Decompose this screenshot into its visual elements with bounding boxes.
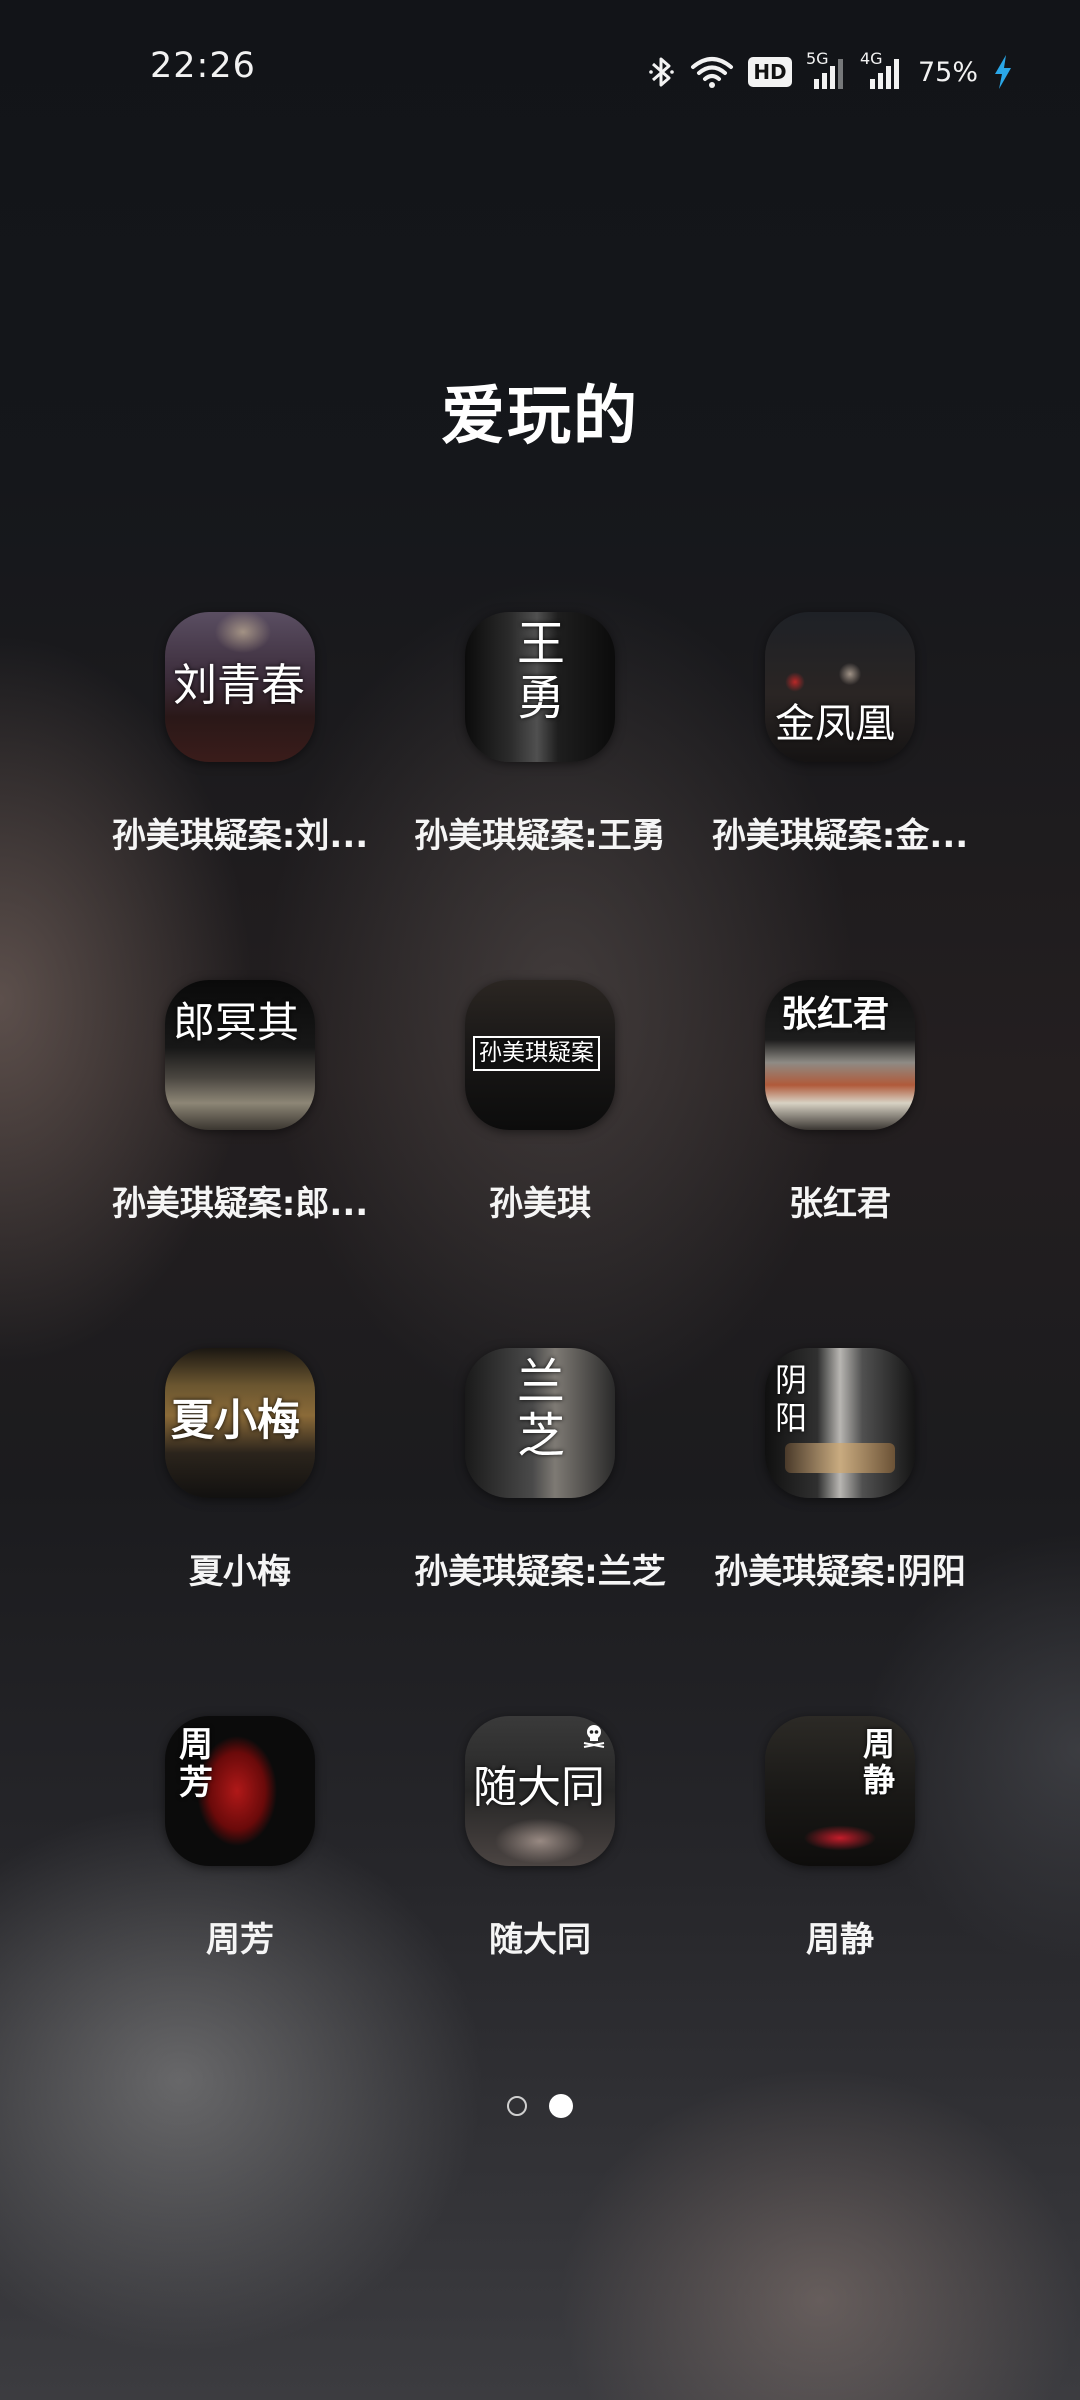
app-lanzhi[interactable]: 兰 芝 孙美琪疑案:兰芝 bbox=[390, 1348, 690, 1716]
icon-title-text: 刘青春 bbox=[173, 660, 305, 711]
icon-title-text: 兰 bbox=[517, 1354, 566, 1410]
app-label: 随大同 bbox=[489, 1920, 591, 1960]
folder-title[interactable]: 爱玩的 bbox=[0, 365, 1080, 457]
bluetooth-icon bbox=[649, 57, 674, 87]
sun-meiqi-app-icon[interactable]: 孙美琪疑案 bbox=[465, 980, 615, 1130]
zhou-fang-app-icon[interactable]: 周 芳 bbox=[165, 1716, 315, 1866]
icon-title-text: 王 bbox=[517, 616, 566, 672]
page-dot-1[interactable] bbox=[507, 2096, 527, 2116]
icon-title-text: 勇 bbox=[517, 670, 566, 726]
status-time: 22:26 bbox=[150, 46, 256, 86]
sui-datong-app-icon[interactable]: 随大同 bbox=[465, 1716, 615, 1866]
app-lang-mingqi[interactable]: 郎冥其 孙美琪疑案:郎... bbox=[90, 980, 390, 1348]
signal-5g-icon: 5G bbox=[806, 49, 846, 91]
icon-title-text: 静 bbox=[863, 1761, 896, 1799]
network-4g-label: 4G bbox=[859, 49, 883, 68]
icon-title-text: 芳 bbox=[179, 1763, 213, 1803]
app-label: 夏小梅 bbox=[189, 1552, 291, 1592]
app-yinyang[interactable]: 阴 阳 孙美琪疑案:阴阳 bbox=[690, 1348, 990, 1716]
icon-title-text: 张红君 bbox=[781, 993, 890, 1035]
icon-title-text: 金凤凰 bbox=[775, 701, 895, 747]
app-jin-fenghuang[interactable]: 金凤凰 孙美琪疑案:金... bbox=[690, 612, 990, 980]
app-sui-datong[interactable]: 随大同 随大同 bbox=[390, 1716, 690, 2084]
app-xia-xiaomei[interactable]: 夏小梅 夏小梅 bbox=[90, 1348, 390, 1716]
icon-title-text: 郎冥其 bbox=[173, 998, 300, 1047]
app-zhou-fang[interactable]: 周 芳 周芳 bbox=[90, 1716, 390, 2084]
app-liu-qingchun[interactable]: 刘青春 孙美琪疑案:刘... bbox=[90, 612, 390, 980]
xia-xiaomei-app-icon[interactable]: 夏小梅 bbox=[165, 1348, 315, 1498]
battery-percent: 75% bbox=[917, 56, 978, 88]
icon-title-text: 孙美琪疑案 bbox=[473, 1036, 600, 1071]
app-label: 张红君 bbox=[789, 1184, 891, 1224]
zhang-hongjun-app-icon[interactable]: 张红君 bbox=[765, 980, 915, 1130]
status-bar: 22:26 HD 5G 4G 75% bbox=[0, 0, 1080, 140]
hd-icon: HD bbox=[747, 57, 792, 87]
charging-icon bbox=[995, 55, 1011, 89]
page-indicator bbox=[0, 2094, 1080, 2118]
app-label: 周静 bbox=[806, 1920, 874, 1960]
wifi-icon bbox=[690, 57, 733, 88]
icon-title-text: 周 bbox=[179, 1725, 213, 1765]
app-label: 孙美琪疑案:王勇 bbox=[414, 816, 666, 856]
icon-title-text: 随大同 bbox=[473, 1762, 605, 1813]
app-label: 周芳 bbox=[206, 1920, 274, 1960]
icon-title-text: 阳 bbox=[775, 1399, 808, 1437]
wang-yong-app-icon[interactable]: 王 勇 bbox=[465, 612, 615, 762]
page-dot-2-current[interactable] bbox=[549, 2094, 573, 2118]
lanzhi-app-icon[interactable]: 兰 芝 bbox=[465, 1348, 615, 1498]
app-label: 孙美琪 bbox=[489, 1184, 591, 1224]
app-label: 孙美琪疑案:金... bbox=[711, 816, 969, 856]
app-grid: 刘青春 孙美琪疑案:刘... 王 勇 孙美琪疑案:王勇 金凤凰 孙美琪疑案:金.… bbox=[90, 612, 990, 2084]
zhou-jing-app-icon[interactable]: 周 静 bbox=[765, 1716, 915, 1866]
app-zhou-jing[interactable]: 周 静 周静 bbox=[690, 1716, 990, 2084]
app-label: 孙美琪疑案:兰芝 bbox=[414, 1552, 666, 1592]
jin-fenghuang-app-icon[interactable]: 金凤凰 bbox=[765, 612, 915, 762]
app-zhang-hongjun[interactable]: 张红君 张红君 bbox=[690, 980, 990, 1348]
yinyang-app-icon[interactable]: 阴 阳 bbox=[765, 1348, 915, 1498]
skull-icon bbox=[583, 1725, 605, 1748]
lang-mingqi-app-icon[interactable]: 郎冥其 bbox=[165, 980, 315, 1130]
app-label: 孙美琪疑案:阴阳 bbox=[714, 1552, 966, 1592]
status-icons: HD 5G 4G 75% bbox=[648, 49, 1014, 94]
icon-title-text: 夏小梅 bbox=[171, 1396, 300, 1446]
app-wang-yong[interactable]: 王 勇 孙美琪疑案:王勇 bbox=[390, 612, 690, 980]
app-label: 孙美琪疑案:郎... bbox=[111, 1184, 369, 1224]
network-5g-label: 5G bbox=[805, 49, 829, 68]
liu-qingchun-app-icon[interactable]: 刘青春 bbox=[165, 612, 315, 762]
icon-title-text: 阴 bbox=[775, 1361, 808, 1399]
icon-title-text: 芝 bbox=[517, 1408, 566, 1464]
icon-title-text: 周 bbox=[863, 1725, 896, 1763]
signal-4g-icon: 4G bbox=[860, 49, 904, 91]
app-sun-meiqi[interactable]: 孙美琪疑案 孙美琪 bbox=[390, 980, 690, 1348]
app-label: 孙美琪疑案:刘... bbox=[111, 816, 369, 856]
